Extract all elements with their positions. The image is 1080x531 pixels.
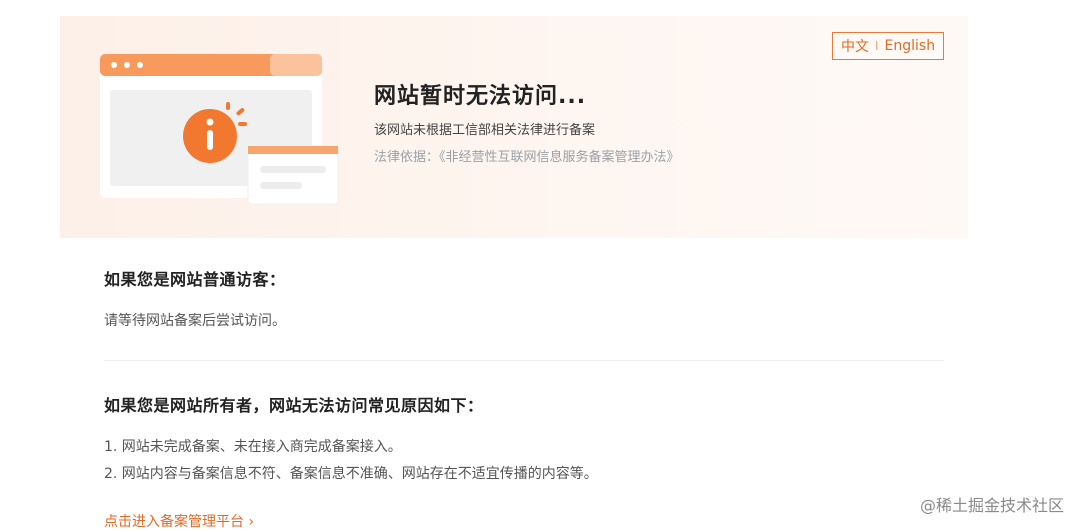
law-reference: 法律依据：《非经营性互联网信息服务备案管理办法》: [374, 150, 680, 165]
info-illustration-icon: [100, 54, 339, 205]
visitor-heading: 如果您是网站普通访客：: [104, 270, 286, 289]
visitor-section: 如果您是网站普通访客： 请等待网站备案后尝试访问。: [104, 266, 286, 330]
reason-item: 1. 网站未完成备案、未在接入商完成备案接入。: [104, 439, 402, 455]
reason-list: 1. 网站未完成备案、未在接入商完成备案接入。 2. 网站内容与备案信息不符、备…: [104, 434, 598, 488]
banner-description: 该网站未根据工信部相关法律进行备案: [374, 123, 596, 138]
reason-item: 2. 网站内容与备案信息不符、备案信息不准确、网站存在不适宜传播的内容等。: [104, 466, 598, 482]
language-separator: I: [875, 39, 879, 53]
page-title: 网站暂时无法访问...: [374, 84, 587, 109]
language-switch: 中文 I English: [832, 32, 945, 60]
filing-platform-link[interactable]: 点击进入备案管理平台 ›: [104, 511, 254, 531]
watermark-text: @稀土掘金技术社区: [919, 496, 1064, 515]
language-chinese-link[interactable]: 中文: [841, 36, 869, 56]
visitor-text: 请等待网站备案后尝试访问。: [104, 313, 286, 329]
language-english-link[interactable]: English: [885, 38, 936, 54]
section-divider: [104, 360, 944, 361]
owner-heading: 如果您是网站所有者，网站无法访问常见原因如下：: [104, 396, 484, 415]
notice-banner: 中文 I English 网站暂时无法访问... 该网站未根据工信部相关法律进行…: [60, 16, 968, 238]
owner-section: 如果您是网站所有者，网站无法访问常见原因如下： 1. 网站未完成备案、未在接入商…: [104, 392, 598, 488]
